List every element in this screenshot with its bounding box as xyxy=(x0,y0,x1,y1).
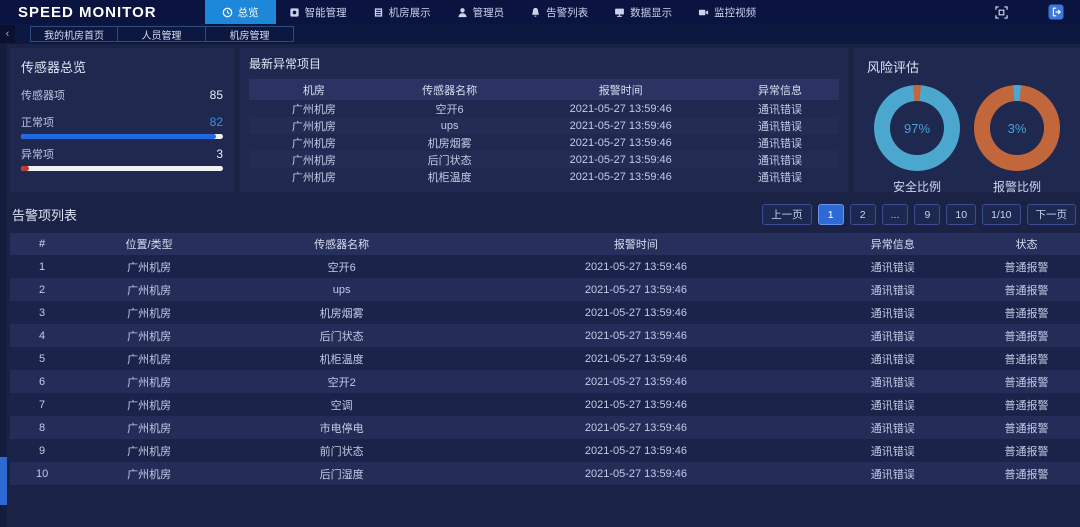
col-alarm-time: 报警时间 xyxy=(520,79,721,100)
sensor-overview-panel: 传感器总览 传感器项 85 正常项 82 异常项 3 xyxy=(10,48,234,192)
menu-item-smart-management[interactable]: 智能管理 xyxy=(276,0,360,24)
pagination-page-9[interactable]: 9 xyxy=(914,204,940,225)
app-logo: SPEED MONITOR xyxy=(0,0,179,24)
main-content: 传感器总览 传感器项 85 正常项 82 异常项 3 最新异常项目 xyxy=(0,44,1080,527)
col-location-type: 位置/类型 xyxy=(74,233,224,255)
alarm-list-section: 告警项列表 上一页 1 2 ... 9 10 1/10 下一页 # 位置/类型 … xyxy=(10,200,1080,485)
table-row: 5广州机房机柜温度2021-05-27 13:59:46通讯错误普通报警 xyxy=(10,347,1080,370)
sensor-overview-title: 传感器总览 xyxy=(21,57,223,76)
sensor-total-row: 传感器项 85 xyxy=(21,87,223,103)
table-row: 广州机房机柜温度2021-05-27 13:59:46通讯错误 xyxy=(249,168,839,185)
sensor-normal-label: 正常项 xyxy=(21,114,54,130)
table-row: 1广州机房空开62021-05-27 13:59:46通讯错误普通报警 xyxy=(10,255,1080,278)
pagination-page-1[interactable]: 1 xyxy=(818,204,844,225)
table-row: 广州机房ups2021-05-27 13:59:46通讯错误 xyxy=(249,117,839,134)
table-row: 广州机房空开62021-05-27 13:59:46通讯错误 xyxy=(249,100,839,117)
table-row: 广州机房后门状态2021-05-27 13:59:46通讯错误 xyxy=(249,151,839,168)
pagination-ellipsis[interactable]: ... xyxy=(882,204,909,225)
safety-donut-value: 97% xyxy=(890,101,944,155)
alarm-donut: 3% xyxy=(974,85,1060,171)
risk-title: 风险评估 xyxy=(867,57,1067,76)
sensor-normal-value: 82 xyxy=(210,115,223,129)
safety-donut: 97% xyxy=(874,85,960,171)
tab-bar: ‹ 我的机房首页 人员管理 机房管理 xyxy=(0,24,1080,44)
alarm-ratio-chart: 3% 报警比例 xyxy=(974,85,1060,195)
tab-room-home[interactable]: 我的机房首页 xyxy=(30,26,118,42)
col-abnormal-info: 异常信息 xyxy=(812,233,973,255)
pagination-next-button[interactable]: 下一页 xyxy=(1027,204,1077,225)
scrollbar-thumb[interactable] xyxy=(0,457,7,505)
top-nav-actions xyxy=(995,0,1080,24)
tab-personnel-management[interactable]: 人员管理 xyxy=(118,26,206,42)
left-rail xyxy=(0,44,7,527)
table-row: 广州机房机房烟雾2021-05-27 13:59:46通讯错误 xyxy=(249,134,839,151)
alarm-table: # 位置/类型 传感器名称 报警时间 异常信息 状态 1广州机房空开62021-… xyxy=(10,233,1080,485)
sensor-abnormal-value: 3 xyxy=(216,147,223,161)
latest-abnormal-title: 最新异常项目 xyxy=(249,55,839,72)
table-header-row: # 位置/类型 传感器名称 报警时间 异常信息 状态 xyxy=(10,233,1080,255)
alarm-bell-icon xyxy=(530,7,541,18)
menu-item-overview[interactable]: 总览 xyxy=(205,0,276,24)
risk-assessment-panel: 风险评估 97% 安全比例 3% 报警比例 xyxy=(854,48,1080,192)
safety-donut-caption: 安全比例 xyxy=(893,178,941,195)
main-menu: 总览 智能管理 机房展示 管理员 告警列表 数据显示 监控视频 xyxy=(205,0,770,24)
col-room: 机房 xyxy=(249,79,379,100)
pagination-page-2[interactable]: 2 xyxy=(850,204,876,225)
abnormal-progress-fill xyxy=(21,166,29,171)
col-alarm-time: 报警时间 xyxy=(459,233,812,255)
menu-item-alarm-list[interactable]: 告警列表 xyxy=(517,0,601,24)
smart-management-icon xyxy=(289,7,300,18)
sensor-total-label: 传感器项 xyxy=(21,87,65,103)
sensor-abnormal-label: 异常项 xyxy=(21,146,54,162)
menu-item-data-display[interactable]: 数据显示 xyxy=(601,0,685,24)
page-tabs: 我的机房首页 人员管理 机房管理 xyxy=(30,26,294,42)
pagination-indicator: 1/10 xyxy=(982,204,1020,225)
table-row: 2广州机房ups2021-05-27 13:59:46通讯错误普通报警 xyxy=(10,278,1080,301)
table-row: 4广州机房后门状态2021-05-27 13:59:46通讯错误普通报警 xyxy=(10,324,1080,347)
alarm-list-title: 告警项列表 xyxy=(12,205,77,224)
latest-abnormal-table: 机房 传感器名称 报警时间 异常信息 广州机房空开62021-05-27 13:… xyxy=(249,79,839,185)
table-header-row: 机房 传感器名称 报警时间 异常信息 xyxy=(249,79,839,100)
menu-item-video-monitor[interactable]: 监控视频 xyxy=(685,0,769,24)
menu-item-admin[interactable]: 管理员 xyxy=(444,0,518,24)
menu-item-room-display[interactable]: 机房展示 xyxy=(360,0,444,24)
overview-icon xyxy=(222,7,233,18)
alarm-donut-caption: 报警比例 xyxy=(993,178,1041,195)
normal-progress-fill xyxy=(21,134,216,139)
pagination-prev-button[interactable]: 上一页 xyxy=(762,204,812,225)
data-display-icon xyxy=(614,7,625,18)
col-sensor-name: 传感器名称 xyxy=(379,79,521,100)
alarm-donut-value: 3% xyxy=(990,101,1044,155)
admin-user-icon xyxy=(457,7,468,18)
logout-icon[interactable] xyxy=(1048,4,1064,20)
top-nav-bar: SPEED MONITOR 总览 智能管理 机房展示 管理员 告警列表 数据显示 xyxy=(0,0,1080,24)
latest-abnormal-panel: 最新异常项目 机房 传感器名称 报警时间 异常信息 广州机房空开62021-05… xyxy=(240,48,848,192)
sensor-normal-row: 正常项 82 xyxy=(21,114,223,130)
abnormal-progress-bar xyxy=(21,166,223,171)
pagination-page-10[interactable]: 10 xyxy=(946,204,976,225)
col-status: 状态 xyxy=(973,233,1080,255)
table-row: 7广州机房空调2021-05-27 13:59:46通讯错误普通报警 xyxy=(10,393,1080,416)
col-sensor-name: 传感器名称 xyxy=(224,233,459,255)
table-row: 10广州机房后门湿度2021-05-27 13:59:46通讯错误普通报警 xyxy=(10,462,1080,485)
sensor-total-value: 85 xyxy=(210,88,223,102)
camera-icon xyxy=(698,7,709,18)
safety-ratio-chart: 97% 安全比例 xyxy=(874,85,960,195)
table-row: 3广州机房机房烟雾2021-05-27 13:59:46通讯错误普通报警 xyxy=(10,301,1080,324)
table-row: 6广州机房空开22021-05-27 13:59:46通讯错误普通报警 xyxy=(10,370,1080,393)
fullscreen-icon[interactable] xyxy=(995,6,1008,19)
col-abnormal-info: 异常信息 xyxy=(721,79,839,100)
collapse-sidebar-button[interactable]: ‹ xyxy=(0,25,15,43)
table-row: 9广州机房前门状态2021-05-27 13:59:46通讯错误普通报警 xyxy=(10,439,1080,462)
normal-progress-bar xyxy=(21,134,223,139)
pagination: 上一页 1 2 ... 9 10 1/10 下一页 xyxy=(762,204,1078,225)
tab-room-management[interactable]: 机房管理 xyxy=(206,26,294,42)
server-room-icon xyxy=(373,7,384,18)
table-row: 8广州机房市电停电2021-05-27 13:59:46通讯错误普通报警 xyxy=(10,416,1080,439)
sensor-abnormal-row: 异常项 3 xyxy=(21,146,223,162)
col-index: # xyxy=(10,233,74,255)
